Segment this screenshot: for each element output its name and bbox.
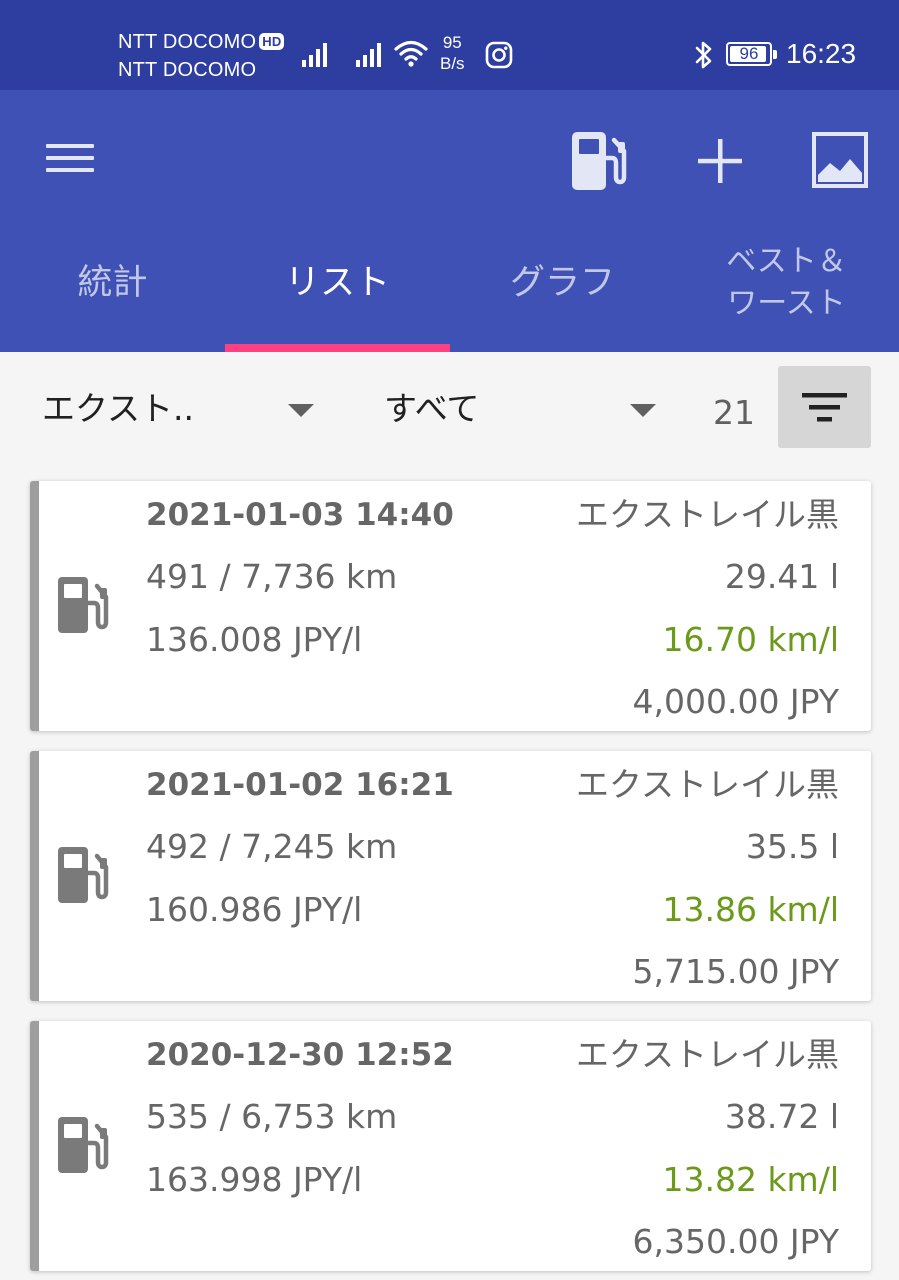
period-select-value: すべて bbox=[384, 389, 480, 428]
entry-datetime: 2021-01-02 16:21 bbox=[146, 767, 454, 803]
filter-button[interactable] bbox=[778, 366, 871, 448]
carrier-2-label: NTT DOCOMO bbox=[118, 59, 257, 81]
tab-statistics[interactable]: 統計 bbox=[0, 225, 225, 352]
entry-total: 4,000.00 JPY bbox=[632, 682, 839, 721]
tab-bar: 統計 リスト グラフ ベスト＆ワースト bbox=[0, 225, 899, 352]
entry-efficiency: 16.70 km/l bbox=[662, 620, 839, 659]
cell-signal-1-icon bbox=[302, 43, 327, 67]
net-speed-value: 95 bbox=[442, 33, 462, 52]
filter-row: エクスト.. すべて 21 bbox=[0, 352, 899, 464]
status-bar: NTT DOCOMO HD NTT DOCOMO 95 B/s 96 16:23 bbox=[0, 0, 899, 90]
fuel-entry-card[interactable]: 2020-12-30 12:52 エクストレイル黒 535 / 6,753 km 38… bbox=[30, 1021, 871, 1271]
period-select[interactable]: すべて bbox=[384, 382, 670, 438]
entry-distance: 491 / 7,736 km bbox=[146, 557, 398, 596]
network-speed: 95 B/s bbox=[440, 32, 465, 74]
fuel-pump-icon bbox=[50, 843, 116, 913]
entry-count: 21 bbox=[713, 393, 755, 432]
entry-unit-price: 136.008 JPY/l bbox=[146, 620, 363, 659]
tab-best-worst[interactable]: ベスト＆ワースト bbox=[674, 225, 899, 352]
battery-nub bbox=[773, 50, 777, 59]
vehicle-select[interactable]: エクスト.. bbox=[42, 382, 324, 438]
status-clock: 16:23 bbox=[786, 38, 857, 69]
image-icon[interactable] bbox=[810, 130, 870, 190]
fuel-pump-icon[interactable] bbox=[566, 128, 632, 194]
instagram-icon bbox=[485, 41, 513, 69]
entry-volume: 35.5 l bbox=[745, 827, 839, 866]
tab-list[interactable]: リスト bbox=[225, 225, 450, 352]
net-speed-unit: B/s bbox=[440, 54, 465, 73]
entry-total: 5,715.00 JPY bbox=[632, 952, 839, 991]
entry-unit-price: 160.986 JPY/l bbox=[146, 890, 363, 929]
battery-icon: 96 bbox=[726, 42, 777, 66]
tab-indicator bbox=[225, 344, 450, 352]
battery-percent: 96 bbox=[739, 44, 759, 63]
hd-badge: HD bbox=[259, 33, 285, 50]
entry-distance: 535 / 6,753 km bbox=[146, 1097, 398, 1136]
entry-distance: 492 / 7,245 km bbox=[146, 827, 398, 866]
carrier-info: NTT DOCOMO HD NTT DOCOMO bbox=[118, 28, 285, 84]
vehicle-select-value: エクスト.. bbox=[42, 389, 194, 428]
fuel-entry-card[interactable]: 2021-01-03 14:40 エクストレイル黒 491 / 7,736 km 29… bbox=[30, 481, 871, 731]
app-bar: 統計 リスト グラフ ベスト＆ワースト bbox=[0, 90, 899, 352]
fuel-pump-icon bbox=[50, 1113, 116, 1183]
bluetooth-icon bbox=[695, 41, 712, 69]
dropdown-arrow-icon bbox=[288, 404, 314, 417]
carrier-1-label: NTT DOCOMO bbox=[118, 31, 257, 53]
entry-vehicle: エクストレイル黒 bbox=[575, 765, 839, 804]
entry-vehicle: エクストレイル黒 bbox=[575, 495, 839, 534]
hamburger-menu-icon[interactable] bbox=[40, 136, 100, 180]
entry-unit-price: 163.998 JPY/l bbox=[146, 1160, 363, 1199]
entry-volume: 38.72 l bbox=[724, 1097, 839, 1136]
fuel-entry-card[interactable]: 2021-01-02 16:21 エクストレイル黒 492 / 7,245 km 35… bbox=[30, 751, 871, 1001]
add-icon[interactable] bbox=[693, 134, 747, 188]
entry-total: 6,350.00 JPY bbox=[632, 1222, 839, 1261]
wifi-icon bbox=[394, 40, 428, 67]
entry-vehicle: エクストレイル黒 bbox=[575, 1035, 839, 1074]
fuel-pump-icon bbox=[50, 573, 116, 643]
filter-icon bbox=[802, 393, 847, 422]
dropdown-arrow-icon bbox=[630, 404, 656, 417]
entry-efficiency: 13.82 km/l bbox=[662, 1160, 839, 1199]
entry-volume: 29.41 l bbox=[724, 557, 839, 596]
entry-datetime: 2021-01-03 14:40 bbox=[146, 497, 454, 533]
entry-datetime: 2020-12-30 12:52 bbox=[146, 1037, 454, 1073]
cell-signal-2-icon bbox=[356, 43, 381, 67]
entry-efficiency: 13.86 km/l bbox=[662, 890, 839, 929]
tab-graph[interactable]: グラフ bbox=[450, 225, 675, 352]
